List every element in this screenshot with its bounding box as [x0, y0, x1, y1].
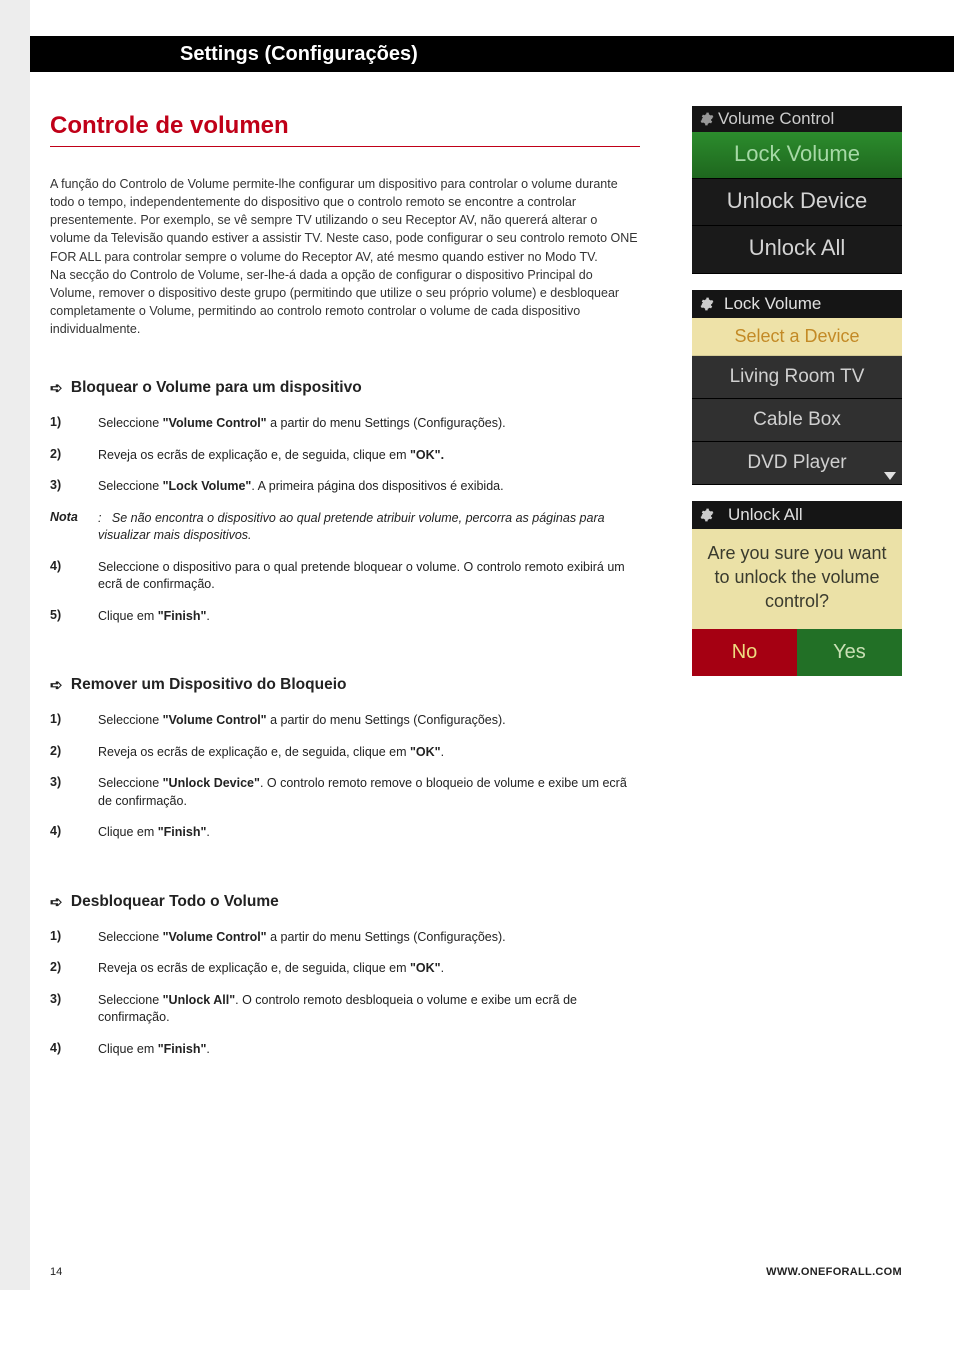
no-button[interactable]: No [692, 629, 797, 676]
step-row: 1) Seleccione "Volume Control" a partir … [50, 929, 640, 947]
screen-header: Volume Control [692, 106, 902, 132]
step-text: Seleccione "Volume Control" a partir do … [98, 712, 640, 730]
step-row: 2) Reveja os ecrãs de explicação e, de s… [50, 744, 640, 762]
left-margin-strip [0, 0, 30, 1290]
subsection-lock-volume: ➪ Bloquear o Volume para um dispositivo … [50, 378, 640, 625]
step-text: Reveja os ecrãs de explicação e, de segu… [98, 744, 640, 762]
gear-icon [700, 297, 714, 311]
screen-title: Volume Control [718, 109, 834, 129]
step-text: Clique em "Finish". [98, 608, 640, 626]
step-row: 4) Seleccione o dispositivo para o qual … [50, 559, 640, 594]
step-row: 3) Seleccione "Unlock Device". O control… [50, 775, 640, 810]
page-number: 14 [50, 1266, 62, 1278]
step-number: 1) [50, 929, 98, 947]
step-number: 3) [50, 775, 98, 810]
note-text: : Se não encontra o dispositivo ao qual … [98, 510, 640, 545]
gear-icon [700, 508, 714, 522]
intro-paragraph: A função do Controlo de Volume permite-l… [50, 175, 640, 338]
step-number: 3) [50, 478, 98, 496]
step-number: 4) [50, 559, 98, 594]
yes-button[interactable]: Yes [797, 629, 902, 676]
step-row: 4) Clique em "Finish". [50, 824, 640, 842]
subsection-title: Remover um Dispositivo do Bloqueio [71, 676, 347, 693]
page-title: Settings (Configurações) [180, 43, 418, 66]
step-text: Seleccione "Volume Control" a partir do … [98, 929, 640, 947]
step-number: 1) [50, 712, 98, 730]
screen-title: Lock Volume [724, 294, 821, 314]
subsection-unlock-all: ➪ Desbloquear Todo o Volume 1) Seleccion… [50, 892, 640, 1059]
step-number: 2) [50, 960, 98, 978]
screen-header: Lock Volume [692, 290, 902, 318]
step-number: 2) [50, 744, 98, 762]
confirm-button-row: No Yes [692, 629, 902, 676]
step-text: Seleccione "Unlock All". O controlo remo… [98, 992, 640, 1027]
step-text: Seleccione "Volume Control" a partir do … [98, 415, 640, 433]
step-row: 3) Seleccione "Unlock All". O controlo r… [50, 992, 640, 1027]
step-row: 4) Clique em "Finish". [50, 1041, 640, 1059]
step-number: 3) [50, 992, 98, 1027]
page-header-bar: Settings (Configurações) [30, 36, 954, 72]
step-number: 2) [50, 447, 98, 465]
step-text: Clique em "Finish". [98, 824, 640, 842]
gear-icon [700, 112, 714, 126]
step-text: Seleccione "Unlock Device". O controlo r… [98, 775, 640, 810]
step-text: Seleccione o dispositivo para o qual pre… [98, 559, 640, 594]
step-text: Reveja os ecrãs de explicação e, de segu… [98, 447, 640, 465]
section-title: Controle de volumen [50, 112, 640, 147]
page-footer: 14 WWW.ONEFORALL.COM [50, 1266, 902, 1278]
device-item-dvd-player[interactable]: DVD Player [692, 442, 902, 485]
confirm-text: Are you sure you want to unlock the volu… [692, 529, 902, 630]
step-row: 2) Reveja os ecrãs de explicação e, de s… [50, 447, 640, 465]
device-item-living-room-tv[interactable]: Living Room TV [692, 356, 902, 399]
subsection-title: Bloquear o Volume para um dispositivo [71, 379, 362, 396]
device-item-cable-box[interactable]: Cable Box [692, 399, 902, 442]
screen-header: Unlock All [692, 501, 902, 529]
select-device-header: Select a Device [692, 318, 902, 356]
step-row: 3) Seleccione "Lock Volume". A primeira … [50, 478, 640, 496]
arrow-right-icon: ➪ [50, 676, 63, 694]
right-column-screenshots: Volume Control Lock Volume Unlock Device… [692, 106, 902, 692]
step-row: 2) Reveja os ecrãs de explicação e, de s… [50, 960, 640, 978]
subsection-heading: ➪ Remover um Dispositivo do Bloqueio [50, 675, 640, 694]
arrow-right-icon: ➪ [50, 893, 63, 911]
screenshot-lock-volume: Lock Volume Select a Device Living Room … [692, 290, 902, 485]
step-row: 1) Seleccione "Volume Control" a partir … [50, 415, 640, 433]
step-row: 5) Clique em "Finish". [50, 608, 640, 626]
arrow-right-icon: ➪ [50, 379, 63, 397]
step-number: 5) [50, 608, 98, 626]
step-number: 4) [50, 1041, 98, 1059]
step-text: Clique em "Finish". [98, 1041, 640, 1059]
footer-url: WWW.ONEFORALL.COM [766, 1266, 902, 1278]
step-number: 1) [50, 415, 98, 433]
step-text: Seleccione "Lock Volume". A primeira pág… [98, 478, 640, 496]
screenshot-volume-control: Volume Control Lock Volume Unlock Device… [692, 106, 902, 274]
subsection-title: Desbloquear Todo o Volume [71, 893, 279, 910]
note-row: Nota : Se não encontra o dispositivo ao … [50, 510, 640, 545]
menu-item-unlock-all[interactable]: Unlock All [692, 226, 902, 273]
screenshot-unlock-all: Unlock All Are you sure you want to unlo… [692, 501, 902, 677]
subsection-remove-device: ➪ Remover um Dispositivo do Bloqueio 1) … [50, 675, 640, 842]
menu-item-lock-volume[interactable]: Lock Volume [692, 132, 902, 179]
subsection-heading: ➪ Desbloquear Todo o Volume [50, 892, 640, 911]
step-text: Reveja os ecrãs de explicação e, de segu… [98, 960, 640, 978]
step-number: 4) [50, 824, 98, 842]
content-column: Controle de volumen A função do Controlo… [50, 112, 640, 1108]
subsection-heading: ➪ Bloquear o Volume para um dispositivo [50, 378, 640, 397]
step-row: 1) Seleccione "Volume Control" a partir … [50, 712, 640, 730]
menu-item-unlock-device[interactable]: Unlock Device [692, 179, 902, 226]
screen-title: Unlock All [728, 505, 803, 525]
note-label: Nota [50, 510, 98, 545]
